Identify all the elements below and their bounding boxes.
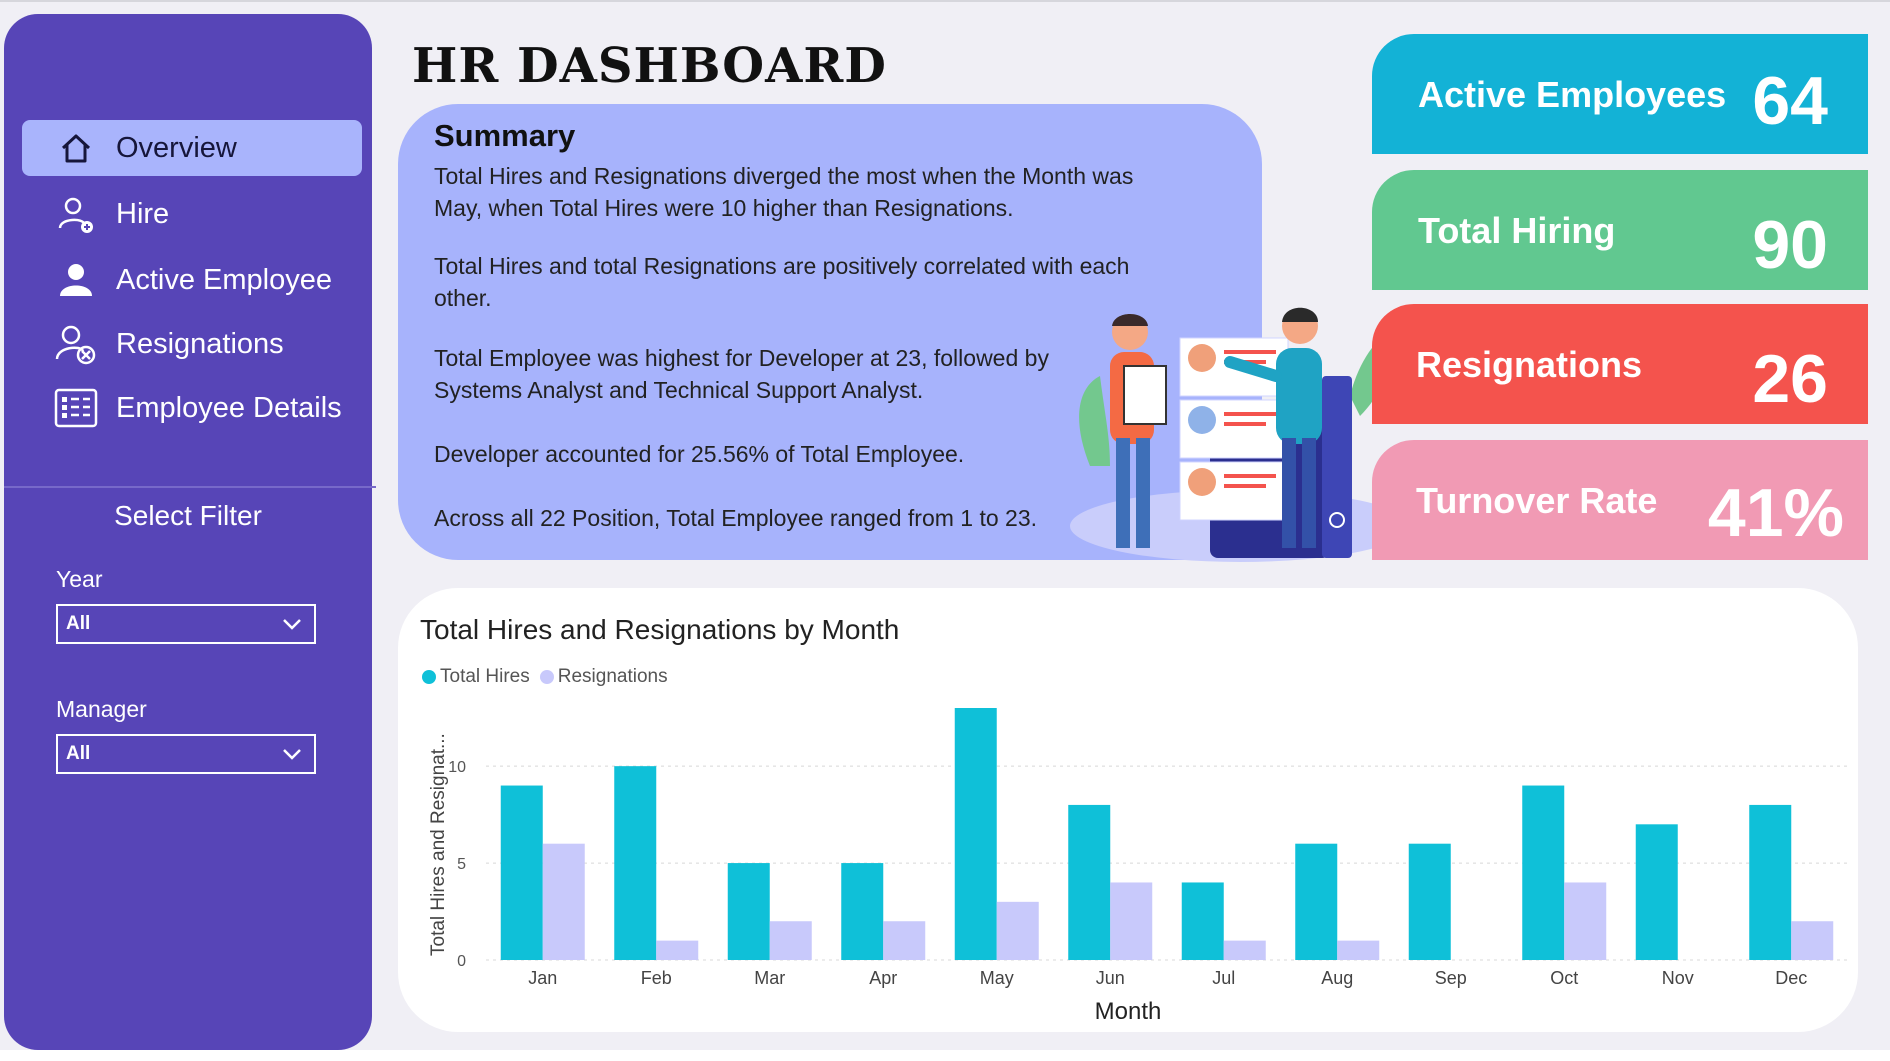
kpi-value: 64 — [1752, 63, 1828, 139]
chart-plot: 0 5 10 Jan Feb Mar Apr May Jun Jul Aug Sep Oct Nov Dec — [448, 708, 1848, 988]
hires-resignations-chart: Total Hires and Resignations by Month To… — [398, 588, 1858, 1032]
hr-team-illustration — [1070, 307, 1410, 562]
details-list-icon — [54, 386, 98, 430]
sidebar-item-overview[interactable]: Overview — [22, 120, 362, 176]
kpi-label: Resignations — [1416, 344, 1643, 385]
hires-bar — [1749, 804, 1792, 960]
kpi-card-active-employees: Active Employees 64 — [1372, 34, 1868, 154]
hires-bar — [1295, 843, 1338, 960]
add-user-icon — [54, 192, 98, 236]
chevron-down-icon — [280, 612, 304, 642]
x-tick-label: Dec — [1775, 968, 1807, 988]
hires-bar — [841, 863, 884, 960]
x-tick-label: Feb — [641, 968, 672, 988]
sidebar-item-active-employee[interactable]: Active Employee — [22, 252, 362, 308]
kpi-card-resignations: Resignations 26 — [1372, 304, 1868, 424]
sidebar-item-label: Employee Details — [116, 391, 342, 424]
chevron-down-icon — [280, 742, 304, 772]
y-tick-label: 5 — [457, 856, 466, 873]
hires-bar — [954, 708, 997, 960]
remove-user-icon — [54, 322, 98, 366]
hires-bar — [1522, 785, 1565, 960]
hires-bar — [1635, 824, 1678, 960]
page-title: HR DASHBOARD — [412, 38, 887, 94]
hires-bar — [1181, 882, 1224, 960]
x-tick-label: Aug — [1321, 968, 1353, 988]
sidebar-item-label: Active Employee — [116, 263, 332, 296]
summary-paragraph: Total Employee was highest for Developer… — [434, 345, 1049, 403]
summary-heading: Summary — [434, 118, 576, 153]
manager-dropdown-value: All — [66, 743, 91, 764]
resignations-bar — [769, 921, 812, 960]
x-tick-label: Jan — [528, 968, 557, 988]
y-tick-label: 10 — [448, 759, 466, 776]
x-tick-label: Jul — [1212, 968, 1235, 988]
x-tick-label: Sep — [1435, 968, 1467, 988]
x-tick-label: Apr — [869, 968, 897, 988]
y-tick-label: 0 — [457, 953, 466, 970]
kpi-card-total-hiring: Total Hiring 90 — [1372, 170, 1868, 290]
x-axis-title: Month — [1094, 998, 1162, 1025]
sidebar-divider — [4, 486, 376, 488]
sidebar-item-label: Overview — [116, 131, 237, 164]
sidebar-item-label: Hire — [116, 197, 170, 230]
sidebar-item-employee-details[interactable]: Employee Details — [22, 380, 362, 436]
summary-paragraph: Total Hires and Resignations diverged th… — [434, 163, 1134, 221]
resignations-bar — [1564, 882, 1607, 960]
sidebar: Overview Hire Active Employee Resignatio… — [4, 14, 376, 1050]
x-tick-label: Oct — [1550, 968, 1578, 988]
x-tick-label: May — [980, 968, 1014, 988]
hires-bar — [1408, 843, 1451, 960]
kpi-card-turnover-rate: Turnover Rate 41% — [1372, 440, 1868, 560]
resignations-bar — [1791, 921, 1834, 960]
kpi-value: 26 — [1752, 341, 1828, 417]
kpi-label: Total Hiring — [1418, 210, 1616, 251]
manager-dropdown[interactable]: All — [56, 734, 316, 774]
hires-bar — [614, 766, 657, 960]
resignations-bar — [542, 843, 585, 960]
x-tick-label: Mar — [754, 968, 785, 988]
resignations-bar — [1223, 940, 1266, 960]
home-icon — [54, 126, 98, 170]
year-dropdown-value: All — [66, 613, 91, 634]
kpi-value: 90 — [1752, 207, 1828, 283]
resignations-bar — [883, 921, 926, 960]
dashboard-canvas: Overview Hire Active Employee Resignatio… — [0, 0, 1890, 1050]
year-dropdown[interactable]: All — [56, 604, 316, 644]
resignations-bar — [656, 940, 699, 960]
sidebar-item-resignations[interactable]: Resignations — [22, 316, 362, 372]
sidebar-item-label: Resignations — [116, 327, 284, 360]
resignations-bar — [1337, 940, 1380, 960]
year-filter-label: Year — [56, 566, 103, 592]
kpi-label: Turnover Rate — [1416, 480, 1658, 521]
hires-bar — [1068, 804, 1111, 960]
user-icon — [54, 258, 98, 302]
resignations-bar — [996, 901, 1039, 960]
hires-bar — [727, 863, 770, 960]
hires-bar — [500, 785, 543, 960]
filter-title: Select Filter — [114, 500, 262, 531]
manager-filter-label: Manager — [56, 696, 147, 722]
x-tick-label: Nov — [1662, 968, 1694, 988]
kpi-label: Active Employees — [1418, 74, 1727, 115]
x-tick-label: Jun — [1096, 968, 1125, 988]
sidebar-item-hire[interactable]: Hire — [22, 186, 362, 242]
resignations-bar — [1110, 882, 1153, 960]
kpi-value: 41% — [1707, 475, 1844, 551]
